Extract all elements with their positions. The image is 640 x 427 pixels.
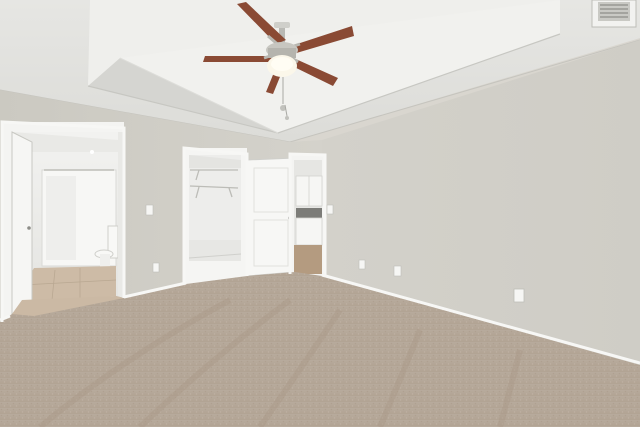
hallway-doorway bbox=[289, 154, 326, 276]
closet-doorway bbox=[183, 148, 247, 284]
hvac-vent bbox=[591, 0, 637, 28]
bedroom-photo bbox=[0, 0, 640, 427]
closet-door bbox=[246, 157, 296, 277]
bedroom-scene bbox=[0, 0, 640, 427]
bathroom-doorway bbox=[2, 122, 124, 322]
